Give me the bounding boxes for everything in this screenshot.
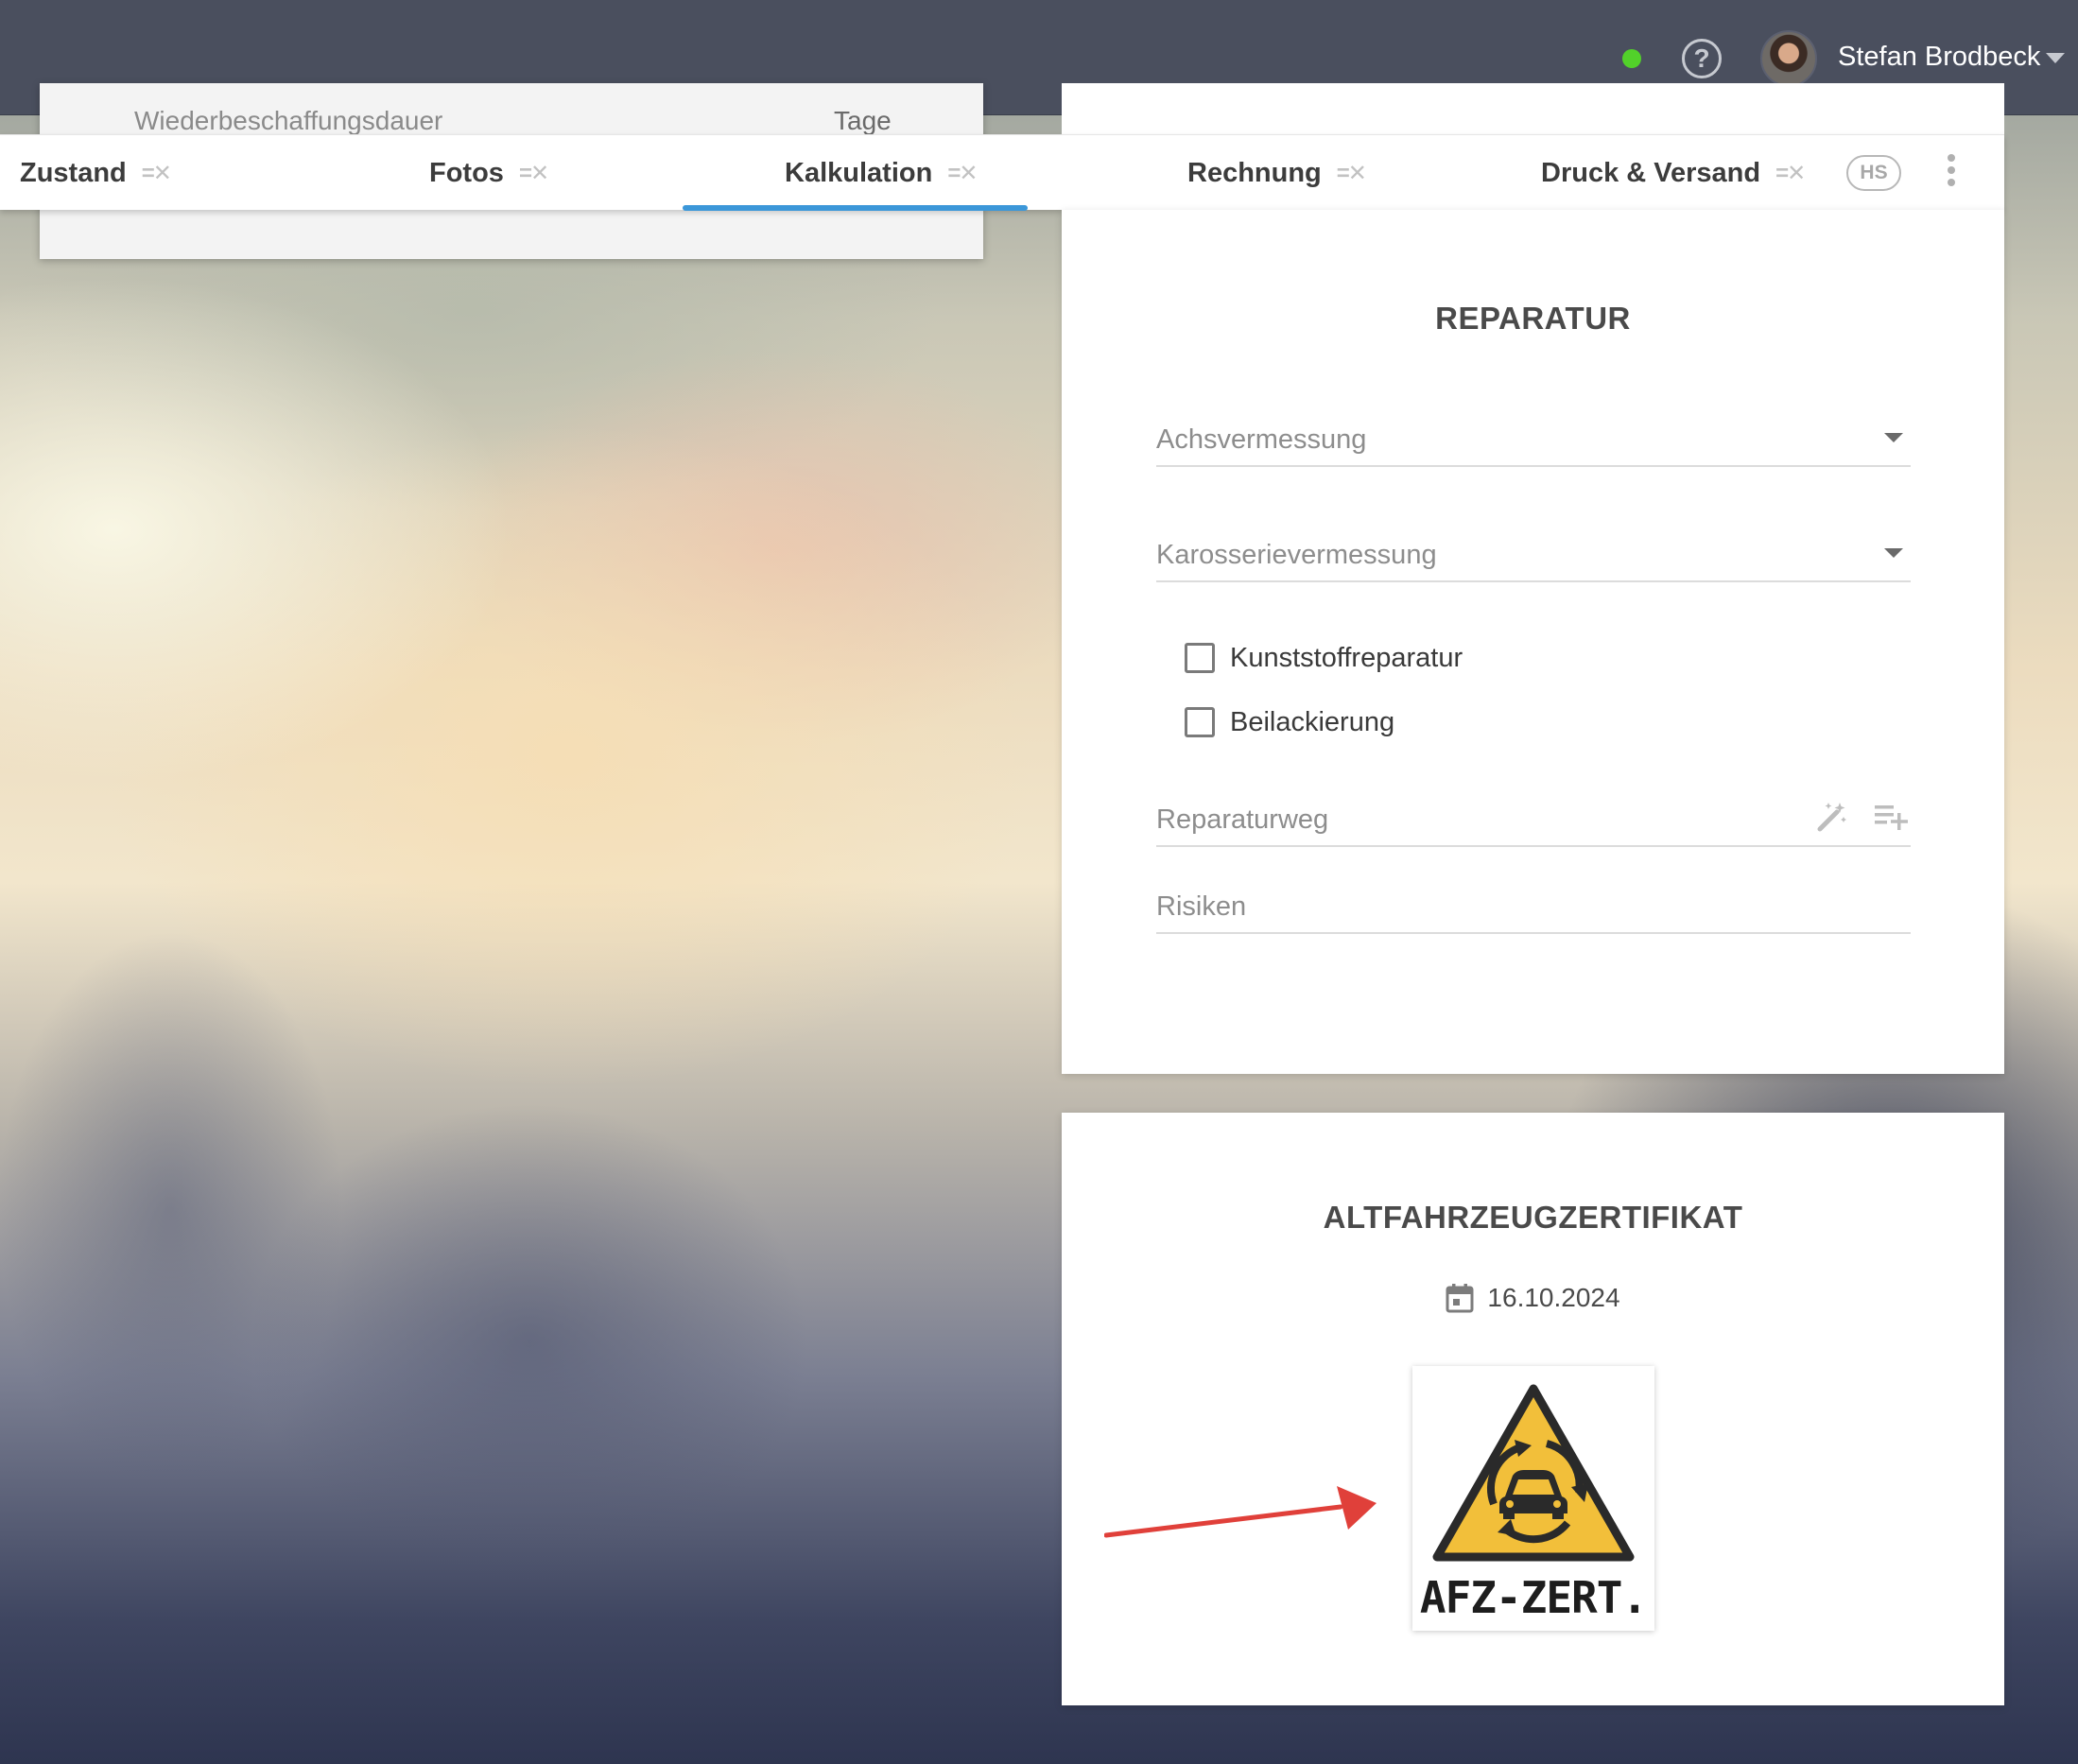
tab-label: Zustand — [20, 157, 127, 188]
red-arrow-annotation — [1104, 1486, 1377, 1538]
beilackierung-checkbox-row[interactable]: Beilackierung — [1185, 703, 1394, 741]
chevron-down-icon[interactable] — [2046, 53, 2065, 63]
checklist-icon: =✕ — [518, 160, 549, 186]
afz-zert-logo-text: AFZ-ZERT. — [1419, 1572, 1648, 1623]
afz-title: ALTFAHRZEUGZERTIFIKAT — [1323, 1200, 1743, 1235]
checklist-icon: =✕ — [947, 160, 978, 186]
achsvermessung-select[interactable]: Achsvermessung — [1156, 410, 1911, 467]
beilackierung-checkbox[interactable] — [1185, 707, 1215, 737]
checkbox-label[interactable]: Kunststoffreparatur — [1230, 643, 1463, 674]
karosserievermessung-select[interactable]: Karosserievermessung — [1156, 526, 1911, 582]
active-tab-indicator — [683, 205, 1028, 211]
section-tab-bar: Zustand =✕ Fotos =✕ Kalkulation =✕ Rechn… — [0, 134, 2004, 211]
help-icon[interactable]: ? — [1682, 39, 1722, 78]
online-status-indicator — [1622, 49, 1641, 68]
afz-date[interactable]: 16.10.2024 — [1487, 1283, 1619, 1313]
kunststoffreparatur-checkbox[interactable] — [1185, 643, 1215, 673]
add-to-list-icon[interactable] — [1873, 800, 1911, 834]
afz-zert-logo[interactable]: AFZ-ZERT. — [1412, 1366, 1654, 1631]
repair-title: REPARATUR — [1435, 301, 1631, 336]
checklist-icon: =✕ — [1775, 160, 1806, 186]
tab-label: Rechnung — [1187, 157, 1322, 188]
more-vertical-icon[interactable] — [1945, 154, 1958, 192]
field-label: Reparaturweg — [1156, 804, 1329, 835]
tab-label: Fotos — [429, 157, 504, 188]
afz-date-row[interactable]: 16.10.2024 — [1062, 1283, 2004, 1313]
tab-zustand[interactable]: Zustand =✕ — [20, 135, 172, 211]
tab-druck-versand[interactable]: Druck & Versand =✕ — [1541, 135, 1806, 211]
dropdown-arrow-icon[interactable] — [1884, 548, 1903, 558]
calendar-icon — [1446, 1284, 1474, 1313]
tab-fotos[interactable]: Fotos =✕ — [429, 135, 549, 211]
tab-kalkulation[interactable]: Kalkulation =✕ — [785, 135, 978, 211]
kunststoffreparatur-checkbox-row[interactable]: Kunststoffreparatur — [1185, 639, 1463, 677]
field-label: Achsvermessung — [1156, 424, 1367, 455]
risiken-field[interactable]: Risiken — [1156, 877, 1911, 934]
checklist-icon: =✕ — [1336, 160, 1367, 186]
dropdown-arrow-icon[interactable] — [1884, 433, 1903, 442]
afz-zert-logo-graphic — [1432, 1384, 1635, 1562]
field-label: Karosserievermessung — [1156, 540, 1437, 570]
hs-badge[interactable]: HS — [1846, 155, 1901, 191]
tab-rechnung[interactable]: Rechnung =✕ — [1187, 135, 1367, 211]
card-top-edge — [1062, 83, 2004, 140]
checkbox-label[interactable]: Beilackierung — [1230, 707, 1394, 738]
avatar[interactable] — [1760, 30, 1817, 87]
replacement-duration-unit: Tage — [834, 106, 892, 135]
tab-label: Kalkulation — [785, 157, 933, 188]
repair-card: REPARATUR Achsvermessung Karosserieverme… — [1062, 210, 2004, 1074]
user-menu-name[interactable]: Stefan Brodbeck — [1838, 42, 2040, 73]
reparaturweg-field[interactable]: Reparaturweg — [1156, 790, 1911, 847]
afz-certificate-card: ALTFAHRZEUGZERTIFIKAT 16.10.2024 AFZ-ZER… — [1062, 1113, 2004, 1705]
checklist-icon: =✕ — [141, 160, 172, 186]
tab-label: Druck & Versand — [1541, 157, 1761, 188]
replacement-duration-label: Wiederbeschaffungsdauer — [134, 106, 443, 135]
field-label: Risiken — [1156, 891, 1247, 922]
magic-wand-icon[interactable] — [1814, 800, 1848, 834]
